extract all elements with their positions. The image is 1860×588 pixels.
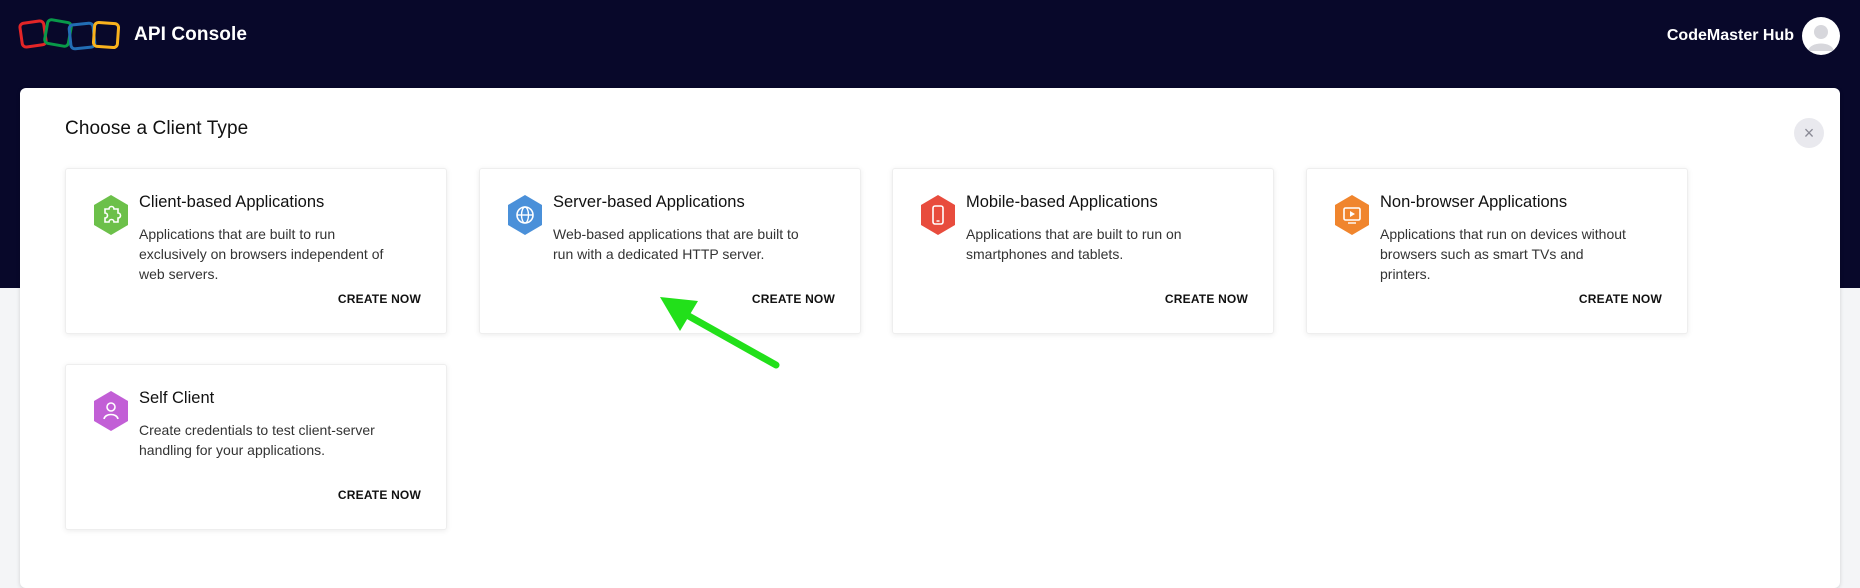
card-description: Web-based applications that are built to… [553,226,799,262]
card-title: Non-browser Applications [1380,193,1568,211]
close-button[interactable]: × [1794,118,1824,148]
avatar[interactable] [1802,17,1840,55]
create-now-button[interactable]: CREATE NOW [338,488,421,502]
card-client-based[interactable]: Client-based Applications Applications t… [65,168,447,334]
choose-client-type-modal: Choose a Client Type × Client-based Appl… [20,88,1840,588]
card-title: Mobile-based Applications [966,193,1158,211]
card-non-browser[interactable]: Non-browser Applications Applications th… [1306,168,1688,334]
card-description: Create credentials to test client-server… [139,422,375,458]
puzzle-icon [94,195,128,235]
tv-play-icon [1335,195,1369,235]
card-description: Applications that run on devices without… [1380,226,1626,282]
create-now-button[interactable]: CREATE NOW [338,292,421,306]
card-title: Self Client [139,389,215,407]
card-title: Client-based Applications [139,193,325,211]
card-mobile-based[interactable]: Mobile-based Applications Applications t… [892,168,1274,334]
card-title: Server-based Applications [553,193,745,211]
modal-title: Choose a Client Type [65,118,249,139]
user-icon [94,391,128,431]
smartphone-icon [921,195,955,235]
card-description: Applications that are built to run on sm… [966,226,1182,262]
annotation-arrow-icon [660,297,780,369]
card-description: Applications that are built to run exclu… [139,226,384,282]
avatar-placeholder-icon [1808,25,1834,51]
globe-icon [508,195,542,235]
user-name[interactable]: CodeMaster Hub [1667,27,1794,45]
zoho-logo [18,18,121,51]
card-self-client[interactable]: Self Client Create credentials to test c… [65,364,447,530]
create-now-button[interactable]: CREATE NOW [1579,292,1662,306]
top-header: API Console CodeMaster Hub [0,0,1860,74]
app-title: API Console [134,24,248,45]
create-now-button[interactable]: CREATE NOW [1165,292,1248,306]
